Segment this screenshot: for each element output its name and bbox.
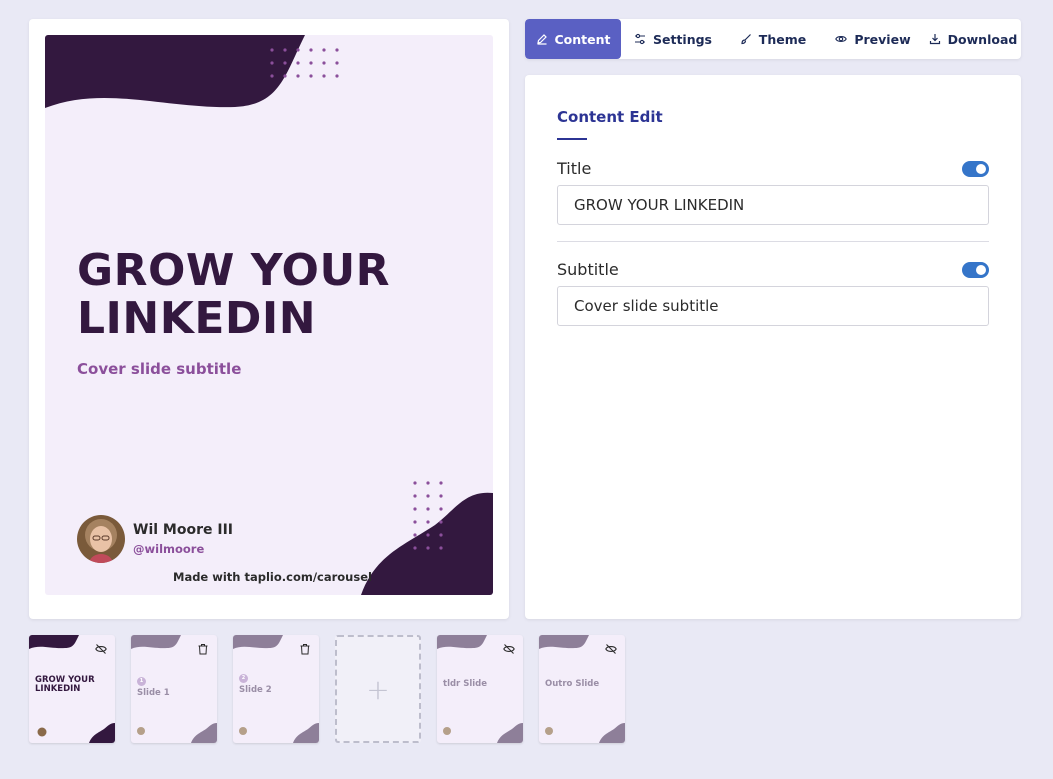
subtitle-input[interactable] (557, 286, 989, 326)
author-handle: @wilmoore (133, 542, 205, 556)
brush-icon (741, 34, 751, 45)
title-toggle[interactable] (962, 161, 989, 177)
tab-theme[interactable]: Theme (725, 19, 821, 59)
panel-title-underline (557, 138, 587, 140)
panel-title: Content Edit (557, 108, 663, 126)
author-name: Wil Moore III (133, 522, 233, 538)
thumbnail-title: tldr Slide (443, 679, 488, 689)
thumbnail-title: Slide 1 (137, 688, 170, 698)
tab-download[interactable]: Download (925, 19, 1021, 59)
tab-content[interactable]: Content (525, 19, 621, 59)
subtitle-label: Subtitle (557, 260, 619, 279)
cover-slide: GROW YOUR LINKEDIN Cover slide subtitle … (45, 35, 493, 595)
thumbnail-title: GROW YOUR LINKEDIN (35, 675, 95, 694)
made-with-footer: Made with taplio.com/carousel (173, 570, 372, 584)
tab-theme-label: Theme (758, 31, 807, 47)
eye-off-icon[interactable] (503, 643, 515, 655)
avatar (77, 515, 125, 563)
slide-subtitle: Cover slide subtitle (77, 360, 242, 378)
author-block: Wil Moore III @wilmoore (77, 515, 233, 563)
tab-content-label: Content (554, 31, 611, 47)
trash-icon[interactable] (197, 643, 209, 655)
tab-settings[interactable]: Settings (621, 19, 725, 59)
eye-off-icon[interactable] (95, 643, 107, 655)
subtitle-toggle[interactable] (962, 262, 989, 278)
eye-off-icon[interactable] (605, 643, 617, 655)
plus-icon: + (366, 672, 390, 706)
add-slide-button[interactable]: + (335, 635, 421, 743)
thumbnail-slide-2[interactable]: 2 Slide 2 (233, 635, 319, 743)
editor-tabs: Content Settings Theme Preview Download (525, 19, 1021, 59)
tab-preview-label: Preview (854, 31, 911, 47)
thumbnail-title: Outro Slide (545, 679, 600, 689)
thumbnail-number: 2 (239, 674, 248, 683)
slide-title: GROW YOUR LINKEDIN (77, 245, 391, 344)
tab-settings-label: Settings (652, 31, 712, 47)
title-label: Title (557, 159, 592, 178)
eye-icon (835, 36, 848, 42)
tab-download-label: Download (947, 31, 1018, 47)
divider (557, 241, 989, 242)
thumbnail-slide-1[interactable]: 1 Slide 1 (131, 635, 217, 743)
title-input[interactable] (557, 185, 989, 225)
content-edit-panel: Content Edit Title Subtitle (525, 75, 1021, 619)
thumbnail-number: 1 (137, 677, 146, 686)
thumbnail-title: Slide 2 (239, 685, 272, 695)
slide-preview-card: GROW YOUR LINKEDIN Cover slide subtitle … (29, 19, 509, 619)
thumbnail-outro[interactable]: Outro Slide (539, 635, 625, 743)
pencil-icon (536, 34, 547, 45)
tab-preview[interactable]: Preview (821, 19, 925, 59)
thumbnail-cover[interactable]: GROW YOUR LINKEDIN (29, 635, 115, 743)
trash-icon[interactable] (299, 643, 311, 655)
sliders-icon (634, 33, 645, 45)
thumbnail-tldr[interactable]: tldr Slide (437, 635, 523, 743)
download-icon (929, 34, 940, 45)
